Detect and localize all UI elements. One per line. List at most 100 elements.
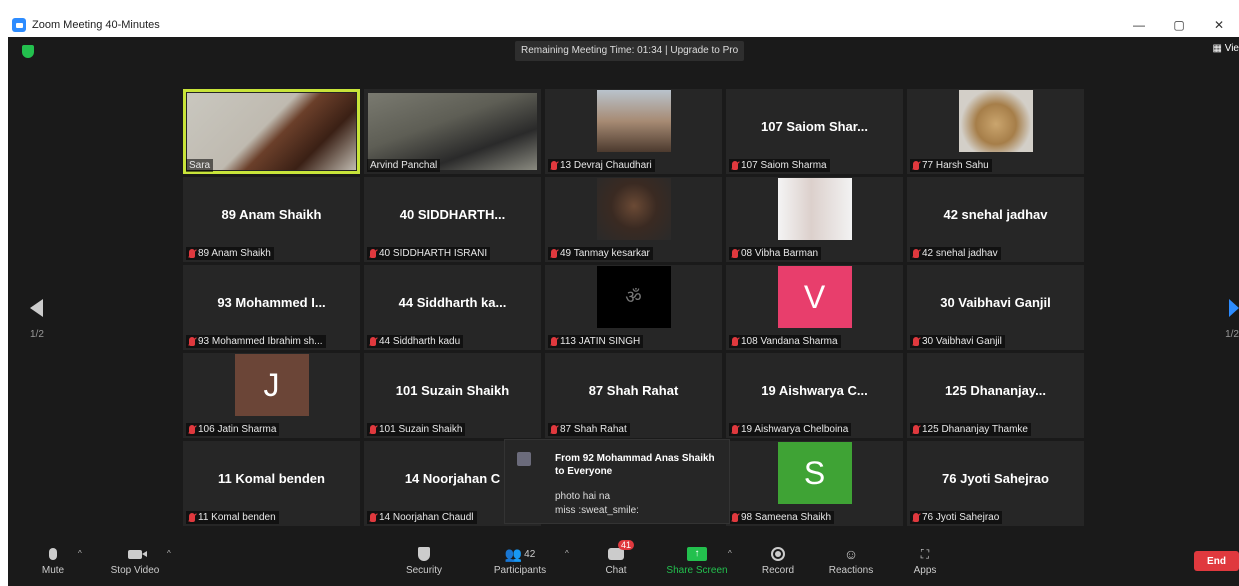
participant-name-label: 30 Vaibhavi Ganjil	[910, 335, 1005, 348]
share-screen-label: Share Screen	[666, 565, 728, 576]
mute-button[interactable]: Mute	[8, 543, 98, 586]
participant-name-label: 87 Shah Rahat	[548, 423, 630, 436]
zoom-logo-icon	[12, 18, 26, 32]
participant-tile[interactable]: 49 Tanmay kesarkar	[545, 177, 722, 262]
stop-video-label: Stop Video	[110, 565, 160, 576]
muted-microphone-icon	[732, 513, 738, 522]
participant-tile[interactable]: Sara	[183, 89, 360, 174]
participant-name-label: 11 Komal benden	[186, 511, 279, 524]
participant-photo	[958, 90, 1033, 152]
end-meeting-button[interactable]: End	[1194, 551, 1239, 571]
microphone-icon	[49, 548, 57, 560]
participant-name: 113 JATIN SINGH	[560, 336, 641, 347]
participant-tile[interactable]: 93 Mohammed I... 93 Mohammed Ibrahim sh..…	[183, 265, 360, 350]
chat-icon: 41	[608, 540, 635, 560]
participant-display-name: 44 Siddharth ka...	[398, 295, 507, 310]
participant-name: Sara	[189, 160, 211, 171]
participant-display-name: 76 Jyoti Sahejrao	[942, 471, 1049, 486]
muted-microphone-icon	[551, 249, 557, 258]
chat-notification-popup[interactable]: From 92 Mohammad Anas Shaikh to Everyone…	[504, 439, 730, 524]
participant-tile[interactable]: V 108 Vandana Sharma	[726, 265, 903, 350]
participant-name: 49 Tanmay kesarkar	[560, 248, 650, 259]
share-options-caret-icon[interactable]: ^	[728, 549, 732, 558]
participant-display-name: 11 Komal benden	[218, 471, 325, 486]
page-indicator-left: 1/2	[30, 329, 44, 340]
previous-page-arrow-icon[interactable]	[30, 299, 43, 317]
video-options-caret-icon[interactable]: ^	[167, 549, 171, 558]
participant-tile[interactable]: 107 Saiom Shar... 107 Saiom Sharma	[726, 89, 903, 174]
participant-display-name: 101 Suzain Shaikh	[395, 383, 510, 398]
participant-avatar: V	[777, 266, 852, 328]
muted-microphone-icon	[551, 425, 557, 434]
participant-tile[interactable]: 87 Shah Rahat 87 Shah Rahat	[545, 353, 722, 438]
participant-display-name: 89 Anam Shaikh	[221, 207, 322, 222]
participants-caret-icon[interactable]: ^	[565, 549, 569, 558]
muted-microphone-icon	[913, 249, 919, 258]
close-button[interactable]: ✕	[1199, 13, 1239, 37]
participant-tile[interactable]: 89 Anam Shaikh 89 Anam Shaikh	[183, 177, 360, 262]
next-page-arrow-icon[interactable]	[1229, 299, 1239, 317]
participant-tile[interactable]: 44 Siddharth ka... 44 Siddharth kadu	[364, 265, 541, 350]
participant-tile[interactable]: 08 Vibha Barman	[726, 177, 903, 262]
participants-button[interactable]: 👥 42 Participants	[475, 543, 565, 586]
view-button[interactable]: ▦ Vie	[1212, 43, 1239, 54]
participant-tile[interactable]: 77 Harsh Sahu	[907, 89, 1084, 174]
window-controls: — ▢ ✕	[1119, 13, 1239, 37]
audio-options-caret-icon[interactable]: ^	[78, 549, 82, 558]
participant-tile[interactable]: 13 Devraj Chaudhari	[545, 89, 722, 174]
remaining-time-banner[interactable]: Remaining Meeting Time: 01:34 | Upgrade …	[515, 41, 745, 61]
participant-name-label: 89 Anam Shaikh	[186, 247, 274, 260]
participant-tile[interactable]: 101 Suzain Shaikh 101 Suzain Shaikh	[364, 353, 541, 438]
participant-name: 98 Sameena Shaikh	[741, 512, 832, 523]
participant-tile[interactable]: 30 Vaibhavi Ganjil 30 Vaibhavi Ganjil	[907, 265, 1084, 350]
participant-name: 42 snehal jadhav	[922, 248, 998, 259]
zoom-window: Zoom Meeting 40-Minutes — ▢ ✕ Remaining …	[8, 13, 1239, 586]
security-shield-icon	[418, 547, 430, 561]
participant-name: 89 Anam Shaikh	[198, 248, 271, 259]
participant-name: 08 Vibha Barman	[741, 248, 819, 259]
participant-name: 77 Harsh Sahu	[922, 160, 989, 171]
reactions-icon: ☺	[843, 546, 859, 562]
security-button[interactable]: Security	[379, 543, 469, 586]
security-label: Security	[405, 565, 443, 576]
participant-tile[interactable]: 40 SIDDHARTH... 40 SIDDHARTH ISRANI	[364, 177, 541, 262]
participant-tile[interactable]: J 106 Jatin Sharma	[183, 353, 360, 438]
participant-name: 13 Devraj Chaudhari	[560, 160, 652, 171]
chat-sender: From 92 Mohammad Anas Shaikh to Everyone	[555, 453, 715, 477]
mute-label: Mute	[41, 565, 65, 576]
muted-microphone-icon	[551, 337, 557, 346]
participant-tile[interactable]: 125 Dhananjay... 125 Dhananjay Thamke	[907, 353, 1084, 438]
participant-name-label: 108 Vandana Sharma	[729, 335, 841, 348]
chat-label: Chat	[605, 565, 627, 576]
chat-message-line: photo hai na	[555, 491, 611, 502]
chat-message-line: miss :sweat_smile:	[555, 505, 639, 516]
muted-microphone-icon	[370, 513, 376, 522]
participant-display-name: 19 Aishwarya C...	[761, 383, 868, 398]
participant-tile[interactable]: 19 Aishwarya C... 19 Aishwarya Chelboina	[726, 353, 903, 438]
participant-name: 101 Suzain Shaikh	[379, 424, 463, 435]
muted-microphone-icon	[189, 249, 195, 258]
participant-avatar: S	[777, 442, 852, 504]
minimize-button[interactable]: —	[1119, 13, 1159, 37]
participant-photo	[596, 178, 671, 240]
participant-name-label: 08 Vibha Barman	[729, 247, 822, 260]
participant-tile[interactable]: ॐ 113 JATIN SINGH	[545, 265, 722, 350]
participant-tile[interactable]: 11 Komal benden 11 Komal benden	[183, 441, 360, 526]
participant-display-name: 42 snehal jadhav	[943, 207, 1048, 222]
muted-microphone-icon	[732, 161, 738, 170]
chat-button[interactable]: 41 Chat	[571, 540, 661, 586]
apps-button[interactable]: ⛶ Apps	[880, 543, 970, 586]
restore-button[interactable]: ▢	[1159, 13, 1199, 37]
participant-tile[interactable]: S 98 Sameena Shaikh	[726, 441, 903, 526]
participant-name-label: 77 Harsh Sahu	[910, 159, 992, 172]
muted-microphone-icon	[370, 337, 376, 346]
participant-tile[interactable]: Arvind Panchal	[364, 89, 541, 174]
encryption-shield-icon[interactable]	[22, 45, 34, 58]
participant-name: 19 Aishwarya Chelboina	[741, 424, 849, 435]
participant-tile[interactable]: 76 Jyoti Sahejrao 76 Jyoti Sahejrao	[907, 441, 1084, 526]
participant-name-label: 106 Jatin Sharma	[186, 423, 280, 436]
participant-tile[interactable]: 42 snehal jadhav 42 snehal jadhav	[907, 177, 1084, 262]
participant-name: 44 Siddharth kadu	[379, 336, 461, 347]
participant-name-label: 93 Mohammed Ibrahim sh...	[186, 335, 326, 348]
participant-name: 87 Shah Rahat	[560, 424, 627, 435]
